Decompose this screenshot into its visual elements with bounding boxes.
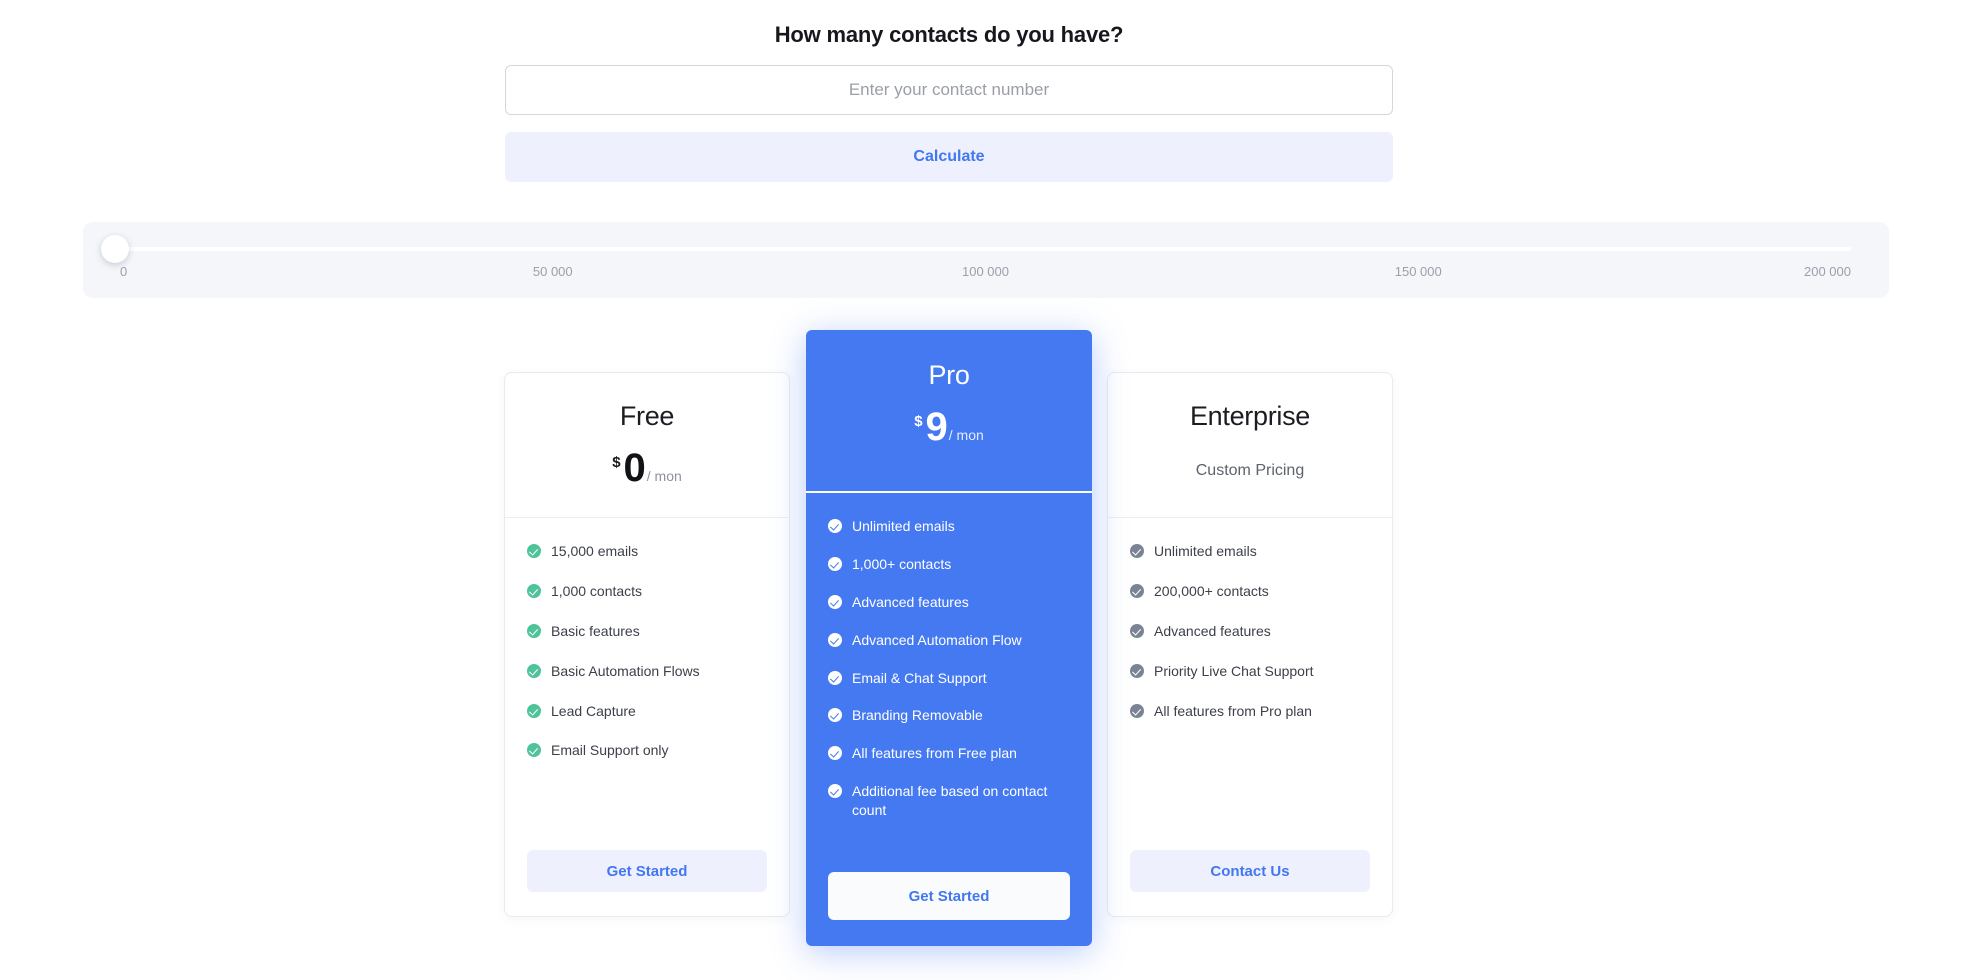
feature-label: Additional fee based on contact count — [852, 783, 1048, 819]
plan-card-pro[interactable]: Pro $ 9 / mon Unlimited emails 1,000+ co… — [806, 330, 1092, 946]
list-item: Priority Live Chat Support — [1130, 662, 1370, 681]
list-item: Email Support only — [527, 741, 767, 760]
feature-label: Advanced features — [852, 593, 969, 610]
feature-label: Basic features — [551, 622, 640, 639]
feature-label: Advanced Automation Flow — [852, 631, 1022, 648]
list-item: Email & Chat Support — [828, 669, 1070, 688]
check-icon — [527, 663, 541, 678]
slider-tick-1: 50 000 — [532, 264, 573, 279]
feature-label: Advanced features — [1154, 622, 1271, 639]
list-item: 1,000+ contacts — [828, 555, 1070, 574]
feature-label: 200,000+ contacts — [1154, 582, 1269, 599]
list-item: All features from Pro plan — [1130, 702, 1370, 721]
price-period: / mon — [646, 468, 682, 484]
get-started-button-free[interactable]: Get Started — [527, 850, 767, 892]
custom-pricing-label: Custom Pricing — [1195, 462, 1305, 479]
currency-symbol: $ — [914, 413, 923, 430]
feature-label: Unlimited emails — [1154, 543, 1257, 559]
contact-number-input[interactable] — [505, 65, 1393, 115]
feature-label: Priority Live Chat Support — [1154, 662, 1314, 679]
list-item: Basic features — [527, 622, 767, 641]
slider-tick-2: 100 000 — [962, 264, 1009, 279]
slider-track[interactable] — [120, 247, 1851, 251]
feature-list-enterprise: Unlimited emails 200,000+ contacts Advan… — [1108, 518, 1392, 850]
check-icon — [828, 784, 842, 799]
page-title: How many contacts do you have? — [774, 22, 1124, 47]
plan-name-free: Free — [619, 401, 675, 431]
currency-symbol: $ — [612, 454, 621, 471]
list-item: 1,000 contacts — [527, 582, 767, 601]
pricing-cards: Free $ 0 / mon 15,000 emails 1,000 conta… — [0, 330, 1972, 950]
slider-tick-labels: 0 50 000 100 000 150 000 200 000 — [120, 264, 1851, 284]
feature-label: 15,000 emails — [551, 543, 639, 559]
price-amount: 0 — [623, 446, 646, 490]
feature-label: 1,000 contacts — [551, 582, 643, 599]
slider-tick-4: 200 000 — [1804, 264, 1851, 279]
pricing-page: How many contacts do you have? Calculate… — [0, 0, 1972, 980]
feature-label: Email Support only — [551, 742, 669, 759]
plan-card-enterprise[interactable]: Enterprise Custom Pricing Unlimited emai… — [1107, 372, 1393, 917]
check-icon — [527, 583, 541, 598]
list-item: Advanced Automation Flow — [828, 631, 1070, 650]
list-item: Lead Capture — [527, 702, 767, 721]
check-icon — [828, 594, 842, 609]
check-icon — [828, 519, 842, 533]
slider-tick-3: 150 000 — [1394, 264, 1442, 279]
feature-label: Unlimited emails — [852, 518, 955, 534]
check-icon — [828, 556, 842, 571]
check-icon — [1130, 544, 1144, 558]
plan-price-free: $ 0 / mon — [505, 448, 789, 488]
list-item: Branding Removable — [828, 706, 1070, 725]
feature-label: Branding Removable — [852, 707, 983, 724]
list-item: Advanced features — [1130, 622, 1370, 641]
check-icon — [527, 743, 541, 758]
check-icon — [828, 746, 842, 761]
list-item: Advanced features — [828, 593, 1070, 612]
list-item: 200,000+ contacts — [1130, 582, 1370, 601]
feature-label: Basic Automation Flows — [551, 662, 700, 679]
list-item: All features from Free plan — [828, 744, 1070, 763]
feature-list-pro: Unlimited emails 1,000+ contacts Advance… — [806, 493, 1092, 872]
list-item: Basic Automation Flows — [527, 662, 767, 681]
check-icon — [828, 708, 842, 723]
list-item: Additional fee based on contact count — [828, 782, 1070, 820]
calculate-button[interactable]: Calculate — [505, 132, 1393, 182]
plan-header-free: Free $ 0 / mon — [505, 373, 789, 518]
contact-us-button[interactable]: Contact Us — [1130, 850, 1370, 892]
get-started-button-pro[interactable]: Get Started — [828, 872, 1070, 920]
price-period: / mon — [948, 427, 984, 443]
feature-label: All features from Pro plan — [1154, 702, 1312, 719]
plan-header-pro: Pro $ 9 / mon — [806, 330, 1092, 493]
feature-label: Lead Capture — [551, 702, 636, 719]
slider-thumb[interactable] — [101, 235, 129, 263]
check-icon — [527, 544, 541, 558]
list-item: Unlimited emails — [828, 517, 1070, 536]
price-amount: 9 — [925, 405, 948, 449]
slider-tick-0: 0 — [120, 264, 128, 279]
list-item: Unlimited emails — [1130, 542, 1370, 561]
plan-name-pro: Pro — [928, 360, 970, 390]
plan-header-enterprise: Enterprise Custom Pricing — [1108, 373, 1392, 518]
feature-label: All features from Free plan — [852, 745, 1017, 762]
feature-label: 1,000+ contacts — [852, 555, 952, 572]
check-icon — [1130, 583, 1144, 598]
plan-name-enterprise: Enterprise — [1189, 401, 1311, 431]
check-icon — [527, 703, 541, 718]
check-icon — [1130, 703, 1144, 718]
check-icon — [527, 623, 541, 638]
check-icon — [828, 670, 842, 685]
contacts-slider-panel[interactable]: 0 50 000 100 000 150 000 200 000 — [83, 222, 1889, 298]
feature-list-free: 15,000 emails 1,000 contacts Basic featu… — [505, 518, 789, 850]
plan-price-pro: $ 9 / mon — [806, 407, 1092, 447]
check-icon — [828, 632, 842, 647]
check-icon — [1130, 663, 1144, 678]
plan-card-free[interactable]: Free $ 0 / mon 15,000 emails 1,000 conta… — [504, 372, 790, 917]
list-item: 15,000 emails — [527, 542, 767, 561]
feature-label: Email & Chat Support — [852, 669, 987, 686]
contact-calculator: How many contacts do you have? Calculate — [505, 22, 1393, 182]
check-icon — [1130, 623, 1144, 638]
